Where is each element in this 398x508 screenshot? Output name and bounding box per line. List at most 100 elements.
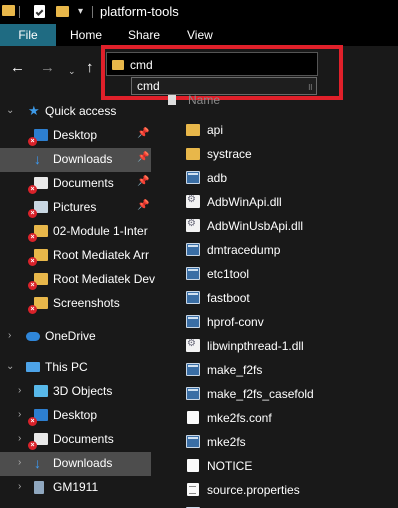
window-title: platform-tools [100,4,179,19]
application-icon [186,243,200,256]
file-name: dmtracedump [207,243,281,257]
file-name: adb [207,171,228,185]
sync-error-icon: × [28,281,37,290]
sidebar-item[interactable]: ⌄ This PC [0,356,151,380]
chevron-right-icon[interactable]: › [8,329,11,343]
file-name: make_f2fs [207,363,263,377]
folder-icon [186,148,200,160]
chevron-right-icon[interactable]: › [18,480,21,494]
sidebar-item[interactable]: › ↓ Downloads [0,452,151,476]
sync-error-icon: × [28,209,37,218]
file-list-item[interactable]: source.properties [180,478,390,502]
chevron-right-icon[interactable]: › [18,456,21,470]
customize-toolbar-chevron-icon[interactable]: ▾ [78,6,83,18]
file-list-item[interactable]: hprof-conv [180,310,390,334]
sidebar-item[interactable]: › 3D Objects [0,380,151,404]
recent-locations-chevron-icon[interactable]: ⌄ [68,63,76,79]
file-name: NOTICE [207,459,253,473]
dll-file-icon [186,194,200,208]
back-arrow-icon[interactable]: ← [10,60,25,76]
up-arrow-icon[interactable]: ↑ [86,60,94,76]
downloads-icon: ↓ [34,151,41,167]
sidebar-item-label: Root Mediatek Dev [53,272,156,286]
sidebar-item[interactable]: × 02-Module 1-Inter [0,220,151,244]
sidebar-item-label: Quick access [45,104,117,118]
sidebar-item[interactable]: ⌄ ★ Quick access [0,100,151,124]
ribbon-tabs: File Home Share View [0,24,398,46]
application-icon [186,171,200,184]
properties-icon[interactable] [34,5,45,18]
sidebar-item-label: Desktop [53,128,98,142]
file-list-item[interactable]: make_f2fs_casefold [180,382,390,406]
application-icon [186,363,200,376]
star-icon: ★ [28,103,40,118]
sync-error-icon: × [28,305,37,314]
pin-icon[interactable]: 📌 [137,128,149,139]
file-name: mke2fs.conf [207,411,272,425]
file-name: api [207,123,224,137]
chevron-right-icon[interactable]: › [18,432,21,446]
chevron-down-icon[interactable]: ⌄ [6,104,14,118]
column-header-name[interactable]: Name [168,92,228,108]
sidebar-item[interactable]: × Screenshots [0,292,151,316]
file-name: systrace [207,147,252,161]
file-list-item[interactable]: systrace [180,142,390,166]
file-list-item[interactable]: libwinpthread-1.dll [180,334,390,358]
chevron-down-icon[interactable]: ⌄ [6,360,14,374]
file-list-item[interactable]: mke2fs.conf [180,406,390,430]
tab-file[interactable]: File [0,24,56,46]
tab-share[interactable]: Share [128,24,160,46]
sidebar-item[interactable]: › × Documents [0,428,151,452]
sidebar-item-label: Pictures [53,200,97,214]
file-list-item[interactable]: make_f2fs [180,358,390,382]
tab-view[interactable]: View [187,24,213,46]
chevron-right-icon[interactable]: › [18,384,21,398]
sidebar-item[interactable]: › × Desktop [0,404,151,428]
file-name: AdbWinUsbApi.dll [207,219,304,233]
sidebar-item-label: GM1911 [53,480,99,494]
downloads-icon: ↓ [34,455,41,471]
tab-home[interactable]: Home [70,24,102,46]
sidebar-item[interactable]: × Documents 📌 [0,172,151,196]
file-name: source.properties [207,483,300,497]
chevron-right-icon[interactable]: › [18,408,21,422]
sidebar-item[interactable]: × Pictures 📌 [0,196,151,220]
cloud-icon [26,332,40,341]
sidebar-item[interactable]: × Root Mediatek Arr [0,244,151,268]
file-list-item[interactable]: api [180,118,390,142]
file-list-item[interactable]: AdbWinUsbApi.dll [180,214,390,238]
file-list-item[interactable]: sqlite3 [180,502,390,508]
sidebar-item[interactable]: × Desktop 📌 [0,124,151,148]
sidebar-item-label: Downloads [53,456,113,470]
application-icon [186,267,200,280]
file-name: mke2fs [207,435,246,449]
dll-file-icon [186,338,200,352]
pin-icon[interactable]: 📌 [137,200,149,211]
file-list-item[interactable]: AdbWinApi.dll [180,190,390,214]
file-list-item[interactable]: etc1tool [180,262,390,286]
title-bar: ▾ platform-tools [0,0,398,24]
file-name: libwinpthread-1.dll [207,339,304,353]
file-list-item[interactable]: adb [180,166,390,190]
file-list-item[interactable]: mke2fs [180,430,390,454]
sidebar-item[interactable]: × Root Mediatek Dev [0,268,155,292]
file-name: hprof-conv [207,315,264,329]
sidebar-item[interactable]: › OneDrive [0,325,151,349]
sync-error-icon: × [28,417,37,426]
computer-icon [26,362,40,372]
sidebar-item-label: Screenshots [53,296,120,310]
sidebar-item-label: 3D Objects [53,384,113,398]
sidebar-item[interactable]: › GM1911 [0,476,151,500]
forward-arrow-icon[interactable]: → [40,60,55,76]
file-list-item[interactable]: dmtracedump [180,238,390,262]
pin-icon[interactable]: 📌 [137,176,149,187]
sync-error-icon: × [28,185,37,194]
sidebar-item-label: Desktop [53,408,98,422]
file-list-item[interactable]: fastboot [180,286,390,310]
file-list-item[interactable]: NOTICE [180,454,390,478]
file-name: make_f2fs_casefold [207,387,314,401]
pin-icon[interactable]: 📌 [137,152,149,163]
dll-file-icon [186,218,200,232]
sidebar-item[interactable]: ↓ Downloads 📌 [0,148,151,172]
new-folder-icon[interactable] [56,6,69,17]
